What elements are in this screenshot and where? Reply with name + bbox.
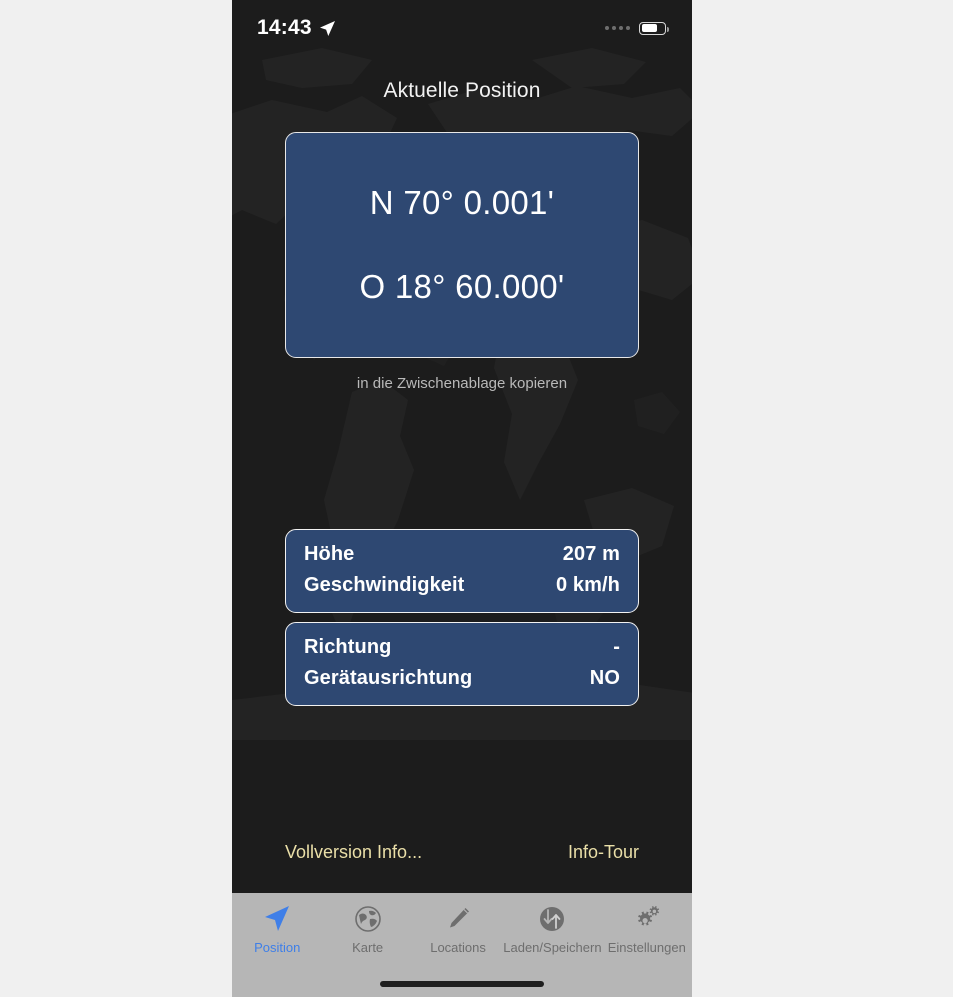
tab-label-einstellungen: Einstellungen <box>607 940 686 955</box>
load-save-arrows-icon <box>538 903 566 935</box>
altitude-label: Höhe <box>304 542 355 565</box>
latitude-value: N 70° 0.001' <box>369 184 555 221</box>
full-version-info-link[interactable]: Vollversion Info... <box>285 842 422 863</box>
bottom-padding <box>285 875 639 893</box>
altitude-value: 207 m <box>562 542 620 565</box>
tab-position[interactable]: Position <box>232 903 322 955</box>
longitude-value: O 18° 60.000' <box>359 268 565 305</box>
globe-icon <box>354 903 382 935</box>
speed-value: 0 km/h <box>556 573 620 596</box>
speed-label: Geschwindigkeit <box>304 573 465 596</box>
info-row-orientation: Gerätausrichtung NO <box>304 663 620 694</box>
status-bar-left: 14:43 <box>257 16 336 40</box>
orientation-label: Gerätausrichtung <box>304 666 473 689</box>
info-row-altitude: Höhe 207 m <box>304 539 620 570</box>
info-tour-link[interactable]: Info-Tour <box>568 842 639 863</box>
info-row-direction: Richtung - <box>304 632 620 663</box>
tab-locations[interactable]: Locations <box>413 903 503 955</box>
direction-label: Richtung <box>304 635 392 658</box>
signal-dots-icon <box>605 26 630 30</box>
direction-value: - <box>613 635 620 658</box>
copy-to-clipboard-hint[interactable]: in die Zwischenablage kopieren <box>285 375 639 392</box>
status-bar: 14:43 <box>232 0 692 56</box>
status-bar-clock: 14:43 <box>257 16 312 39</box>
direction-orientation-card: Richtung - Gerätausrichtung NO <box>285 621 639 706</box>
gears-icon <box>632 903 662 935</box>
navigation-arrow-icon <box>262 903 292 935</box>
main-content: N 70° 0.001' O 18° 60.000' in die Zwisch… <box>232 103 692 893</box>
tab-list: Position Karte Locations Laden/Speichern… <box>232 893 692 971</box>
footer-links: Vollversion Info... Info-Tour <box>285 842 639 875</box>
page-title: Aktuelle Position <box>383 79 541 102</box>
orientation-value: NO <box>589 666 620 689</box>
tab-label-position: Position <box>254 940 301 955</box>
phone-screen: 14:43 Aktuelle Position N 70° 0.001' O 1… <box>232 0 692 997</box>
tab-bar: Position Karte Locations Laden/Speichern… <box>232 893 692 997</box>
tab-karte[interactable]: Karte <box>322 903 412 955</box>
tab-label-laden-speichern: Laden/Speichern <box>503 940 602 955</box>
tab-einstellungen[interactable]: Einstellungen <box>602 903 692 955</box>
pencil-icon <box>444 903 472 935</box>
location-arrow-icon <box>319 20 335 36</box>
status-bar-right <box>605 21 669 35</box>
tab-label-karte: Karte <box>352 940 384 955</box>
tab-laden-speichern[interactable]: Laden/Speichern <box>503 903 602 955</box>
coordinates-card[interactable]: N 70° 0.001' O 18° 60.000' <box>285 132 639 358</box>
tab-label-locations: Locations <box>430 940 486 955</box>
info-row-speed: Geschwindigkeit 0 km/h <box>304 570 620 601</box>
home-indicator[interactable] <box>380 981 544 987</box>
altitude-speed-card: Höhe 207 m Geschwindigkeit 0 km/h <box>285 528 639 613</box>
home-indicator-area <box>232 971 692 997</box>
battery-icon <box>639 21 669 35</box>
links-spacer <box>285 706 639 843</box>
